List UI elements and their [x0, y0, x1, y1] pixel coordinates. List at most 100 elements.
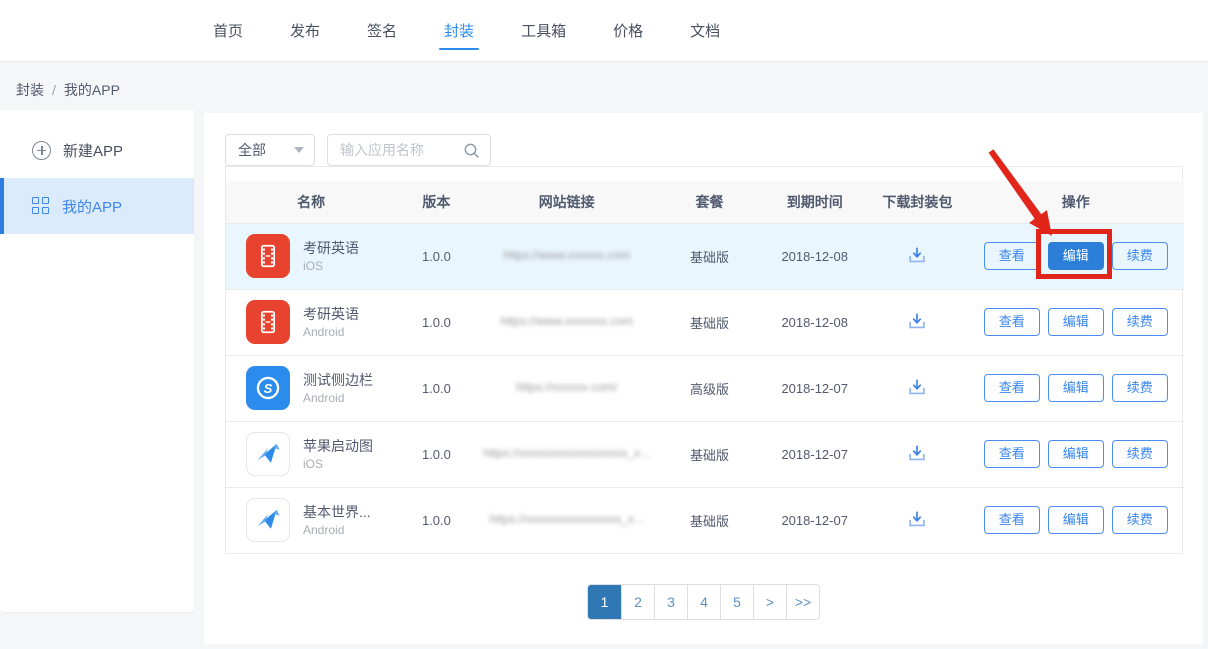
sidebar-item-label: 我的APP [62, 196, 122, 217]
next-page-button[interactable]: > [753, 585, 786, 619]
renew-button[interactable]: 续费 [1112, 440, 1168, 468]
nav-item-sign[interactable]: 签名 [351, 0, 413, 61]
renew-button[interactable]: 续费 [1112, 506, 1168, 534]
download-icon[interactable] [906, 244, 928, 266]
table-header-row: 名称 版本 网站链接 套餐 到期时间 下载封装包 操作 [226, 181, 1184, 223]
nav-item-docs[interactable]: 文档 [674, 0, 736, 61]
svg-text:S: S [264, 381, 273, 396]
nav-item-home[interactable]: 首页 [197, 0, 259, 61]
col-header-plan: 套餐 [657, 181, 762, 223]
pagination: 1 2 3 4 5 > >> [587, 584, 820, 620]
app-platform: Android [303, 324, 359, 340]
download-icon[interactable] [906, 508, 928, 530]
top-nav: 首页 发布 签名 封装 工具箱 价格 文档 [0, 0, 1208, 62]
breadcrumb: 封装 / 我的APP [16, 80, 120, 100]
app-expiry: 2018-12-07 [762, 421, 867, 487]
page: 首页 发布 签名 封装 工具箱 价格 文档 封装 / 我的APP 新建APP 我… [0, 0, 1208, 649]
app-name: 苹果启动图 [303, 437, 373, 456]
table-row: 考研英语 iOS 1.0.0 https://www.xxxxxx.com 基础… [226, 223, 1184, 289]
breadcrumb-separator: / [52, 82, 56, 98]
app-version: 1.0.0 [396, 487, 476, 553]
table-row: S 测试侧边栏 Android 1.0.0 https://xxxxxx.com… [226, 355, 1184, 421]
toolbar: 全部 [225, 134, 1182, 166]
search-box [327, 134, 491, 166]
breadcrumb-my-app: 我的APP [64, 80, 120, 100]
app-url-blurred: https://xxxxxxxxxxxxxxxx_x... [489, 512, 644, 526]
edit-button[interactable]: 编辑 [1048, 308, 1104, 336]
plus-circle-icon [32, 141, 51, 160]
search-input[interactable] [340, 142, 463, 158]
nav-item-package[interactable]: 封装 [428, 0, 490, 61]
col-header-actions: 操作 [968, 181, 1184, 223]
filter-select-value: 全部 [238, 140, 266, 160]
renew-button[interactable]: 续费 [1112, 374, 1168, 402]
table-row: 基本世界... Android 1.0.0 https://xxxxxxxxxx… [226, 487, 1184, 553]
app-name: 考研英语 [303, 305, 359, 324]
app-url-blurred: https://www.xxxxxxx.com [500, 314, 633, 328]
table-row: 苹果启动图 iOS 1.0.0 https://xxxxxxxxxxxxxxxx… [226, 421, 1184, 487]
app-table: 名称 版本 网站链接 套餐 到期时间 下载封装包 操作 [225, 166, 1183, 554]
page-3[interactable]: 3 [654, 585, 687, 619]
edit-button[interactable]: 编辑 [1048, 440, 1104, 468]
page-4[interactable]: 4 [687, 585, 720, 619]
nav-item-toolbox[interactable]: 工具箱 [505, 0, 582, 61]
app-plan: 基础版 [657, 223, 762, 289]
view-button[interactable]: 查看 [984, 374, 1040, 402]
search-icon[interactable] [463, 142, 480, 159]
download-icon[interactable] [906, 376, 928, 398]
app-url-blurred: https://xxxxxx.com/ [516, 380, 617, 394]
app-name: 基本世界... [303, 503, 371, 522]
app-version: 1.0.0 [396, 289, 476, 355]
app-url-blurred: https://xxxxxxxxxxxxxxxxxx_x... [483, 446, 650, 460]
renew-button[interactable]: 续费 [1112, 308, 1168, 336]
app-version: 1.0.0 [396, 223, 476, 289]
edit-button[interactable]: 编辑 [1048, 242, 1104, 270]
view-button[interactable]: 查看 [984, 440, 1040, 468]
renew-button[interactable]: 续费 [1112, 242, 1168, 270]
film-app-icon [246, 234, 290, 278]
app-name: 测试侧边栏 [303, 371, 373, 390]
app-plan: 基础版 [657, 421, 762, 487]
sidebar-item-label: 新建APP [63, 140, 123, 161]
main-panel: 全部 名称 版本 [204, 113, 1203, 644]
nav-item-publish[interactable]: 发布 [274, 0, 336, 61]
view-button[interactable]: 查看 [984, 308, 1040, 336]
compass-app-icon: S [246, 366, 290, 410]
app-expiry: 2018-12-08 [762, 223, 867, 289]
page-1[interactable]: 1 [588, 585, 621, 619]
app-platform: iOS [303, 258, 359, 274]
col-header-name: 名称 [226, 181, 396, 223]
paper-bird-app-icon [246, 498, 290, 542]
last-page-button[interactable]: >> [786, 585, 819, 619]
edit-button[interactable]: 编辑 [1048, 374, 1104, 402]
app-plan: 高级版 [657, 355, 762, 421]
col-header-version: 版本 [396, 181, 476, 223]
breadcrumb-package[interactable]: 封装 [16, 80, 44, 100]
app-expiry: 2018-12-08 [762, 289, 867, 355]
app-expiry: 2018-12-07 [762, 355, 867, 421]
app-name: 考研英语 [303, 239, 359, 258]
app-plan: 基础版 [657, 487, 762, 553]
grid-icon [32, 197, 50, 215]
col-header-expiry: 到期时间 [762, 181, 867, 223]
sidebar-item-my-app[interactable]: 我的APP [0, 178, 194, 234]
page-5[interactable]: 5 [720, 585, 753, 619]
download-icon[interactable] [906, 442, 928, 464]
paper-bird-app-icon [246, 432, 290, 476]
filter-select[interactable]: 全部 [225, 134, 315, 166]
view-button[interactable]: 查看 [984, 506, 1040, 534]
table-row: 考研英语 Android 1.0.0 https://www.xxxxxxx.c… [226, 289, 1184, 355]
app-expiry: 2018-12-07 [762, 487, 867, 553]
sidebar-item-new-app[interactable]: 新建APP [0, 122, 194, 178]
app-platform: Android [303, 522, 371, 538]
chevron-down-icon [294, 147, 304, 153]
nav-item-pricing[interactable]: 价格 [597, 0, 659, 61]
sidebar: 新建APP 我的APP [0, 110, 194, 612]
edit-button[interactable]: 编辑 [1048, 506, 1104, 534]
download-icon[interactable] [906, 310, 928, 332]
app-version: 1.0.0 [396, 355, 476, 421]
app-version: 1.0.0 [396, 421, 476, 487]
film-app-icon [246, 300, 290, 344]
page-2[interactable]: 2 [621, 585, 654, 619]
view-button[interactable]: 查看 [984, 242, 1040, 270]
